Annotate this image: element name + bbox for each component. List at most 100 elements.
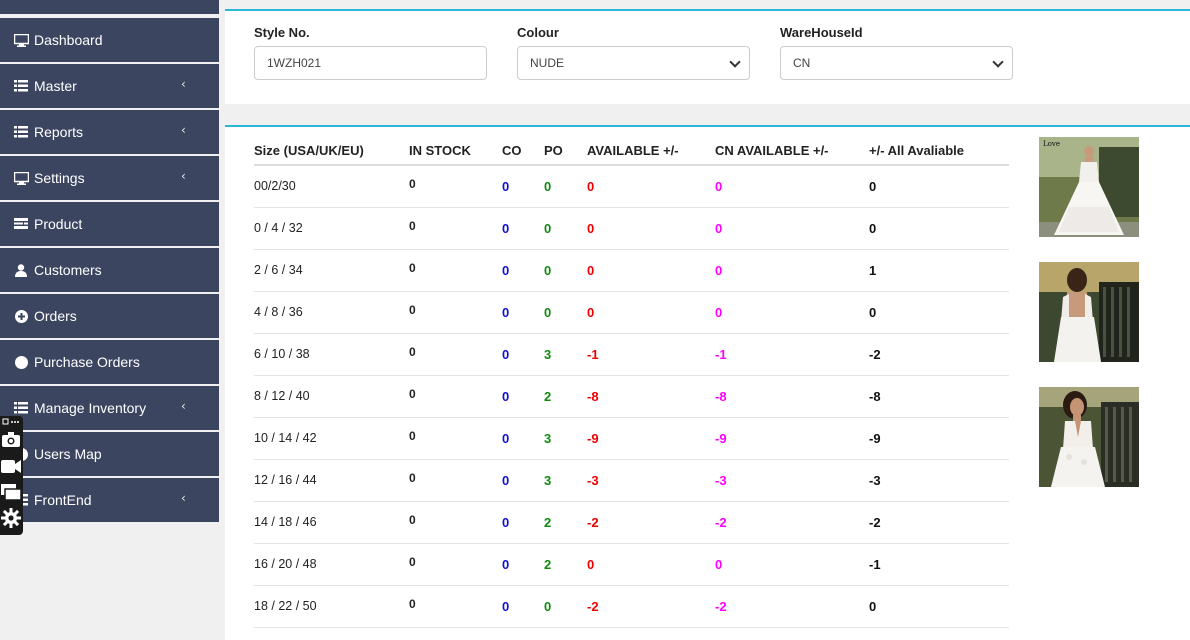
sidebar-item-settings[interactable]: Settings ‹: [0, 156, 219, 200]
style-no-input[interactable]: 1WZH021: [254, 46, 487, 80]
header-co: CO: [502, 136, 544, 166]
cell-size: 14 / 18 / 46: [254, 501, 409, 544]
chevron-down-icon: [729, 56, 741, 68]
cell-size: 4 / 8 / 36: [254, 291, 409, 334]
cell-all-available: -2: [869, 501, 1009, 544]
cell-po: 0: [544, 249, 587, 292]
cell-size: 8 / 12 / 40: [254, 375, 409, 418]
cell-in-stock: 0: [409, 459, 502, 502]
sidebar-item-purchase-orders[interactable]: Purchase Orders: [0, 340, 219, 384]
sidebar: Dashboard Master ‹ Reports ‹ Settings ‹ …: [0, 0, 219, 522]
cell-po: 3: [544, 417, 587, 460]
header-po: PO: [544, 136, 587, 166]
circle-icon: [13, 355, 29, 369]
cell-co: 0: [502, 207, 544, 250]
table-row: 10 / 14 / 42 0 0 3 -9 -9 -9: [254, 417, 1009, 460]
cell-all-available: -1: [869, 543, 1009, 586]
cell-co: 0: [502, 165, 544, 208]
video-icon[interactable]: [1, 460, 21, 473]
cell-cn-available: 0: [715, 249, 869, 292]
cell-cn-available: -3: [715, 459, 869, 502]
cell-available: 0: [587, 207, 715, 250]
sidebar-top-strip: [0, 0, 219, 14]
table-row: 2 / 6 / 34 0 0 0 0 0 1: [254, 249, 1009, 292]
list-icon: [13, 401, 29, 415]
sidebar-item-label: Dashboard: [34, 32, 103, 48]
sidebar-item-dashboard[interactable]: Dashboard: [0, 18, 219, 62]
list-icon: [13, 79, 29, 93]
colour-select[interactable]: NUDE: [517, 46, 750, 80]
chat-icon[interactable]: [1, 484, 21, 502]
sidebar-item-manage-inventory[interactable]: Manage Inventory ‹: [0, 386, 219, 430]
cell-po: 0: [544, 585, 587, 628]
colour-label: Colour: [517, 25, 559, 40]
gear-icon[interactable]: [1, 508, 21, 528]
sidebar-item-product[interactable]: Product: [0, 202, 219, 246]
cell-all-available: -3: [869, 459, 1009, 502]
sidebar-item-users-map[interactable]: Users Map: [0, 432, 219, 476]
sidebar-item-frontend[interactable]: FrontEnd ‹: [0, 478, 219, 522]
chevron-left-icon: ‹: [181, 399, 186, 413]
table-row: 0 / 4 / 32 0 0 0 0 0 0: [254, 207, 1009, 250]
cell-all-available: 0: [869, 207, 1009, 250]
sidebar-item-customers[interactable]: Customers: [0, 248, 219, 292]
product-image-3[interactable]: [1039, 387, 1139, 487]
inventory-table: Size (USA/UK/EU) IN STOCK CO PO AVAILABL…: [254, 136, 1009, 628]
inventory-panel: Size (USA/UK/EU) IN STOCK CO PO AVAILABL…: [225, 125, 1190, 640]
cell-co: 0: [502, 543, 544, 586]
sidebar-item-label: Customers: [34, 262, 102, 278]
camera-icon[interactable]: [1, 432, 21, 447]
cell-in-stock: 0: [409, 291, 502, 334]
cell-cn-available: -9: [715, 417, 869, 460]
table-row: 00/2/30 0 0 0 0 0 0: [254, 165, 1009, 208]
cell-po: 3: [544, 459, 587, 502]
cell-po: 2: [544, 501, 587, 544]
cell-in-stock: 0: [409, 207, 502, 250]
cell-size: 10 / 14 / 42: [254, 417, 409, 460]
cell-co: 0: [502, 333, 544, 376]
product-image-1[interactable]: Love: [1039, 137, 1139, 237]
sidebar-item-label: Settings: [34, 170, 85, 186]
cell-available: -8: [587, 375, 715, 418]
sidebar-item-label: Manage Inventory: [34, 400, 147, 416]
chevron-left-icon: ‹: [181, 77, 186, 91]
table-row: 16 / 20 / 48 0 0 2 0 0 -1: [254, 543, 1009, 586]
cell-cn-available: 0: [715, 165, 869, 208]
cell-available: 0: [587, 165, 715, 208]
sidebar-item-label: Users Map: [34, 446, 102, 462]
user-icon: [13, 263, 29, 277]
layers-icon[interactable]: [1, 418, 21, 426]
cell-in-stock: 0: [409, 543, 502, 586]
colour-select-value: NUDE: [530, 56, 565, 70]
style-no-label: Style No.: [254, 25, 310, 40]
product-image-2[interactable]: [1039, 262, 1139, 362]
colour-group: Colour NUDE: [517, 25, 750, 80]
sidebar-item-reports[interactable]: Reports ‹: [0, 110, 219, 154]
cell-po: 0: [544, 207, 587, 250]
cell-cn-available: 0: [715, 543, 869, 586]
cell-co: 0: [502, 249, 544, 292]
sidebar-item-label: FrontEnd: [34, 492, 92, 508]
header-available: AVAILABLE +/-: [587, 136, 715, 166]
style-no-group: Style No. 1WZH021: [254, 25, 487, 80]
cell-in-stock: 0: [409, 417, 502, 460]
cell-available: 0: [587, 291, 715, 334]
sidebar-item-master[interactable]: Master ‹: [0, 64, 219, 108]
warehouse-group: WareHouseId CN: [780, 25, 1013, 80]
sidebar-item-orders[interactable]: Orders: [0, 294, 219, 338]
sidebar-item-label: Reports: [34, 124, 84, 140]
cell-cn-available: -1: [715, 333, 869, 376]
warehouse-select[interactable]: CN: [780, 46, 1013, 80]
cell-size: 00/2/30: [254, 165, 409, 208]
chevron-left-icon: ‹: [181, 491, 186, 505]
cell-available: -2: [587, 501, 715, 544]
table-row: 6 / 10 / 38 0 0 3 -1 -1 -2: [254, 333, 1009, 376]
floating-toolbar: [0, 416, 23, 535]
cell-co: 0: [502, 501, 544, 544]
cell-co: 0: [502, 585, 544, 628]
cell-all-available: 0: [869, 165, 1009, 208]
cell-po: 2: [544, 375, 587, 418]
table-row: 12 / 16 / 44 0 0 3 -3 -3 -3: [254, 459, 1009, 502]
monitor-icon: [13, 171, 29, 185]
cell-size: 0 / 4 / 32: [254, 207, 409, 250]
